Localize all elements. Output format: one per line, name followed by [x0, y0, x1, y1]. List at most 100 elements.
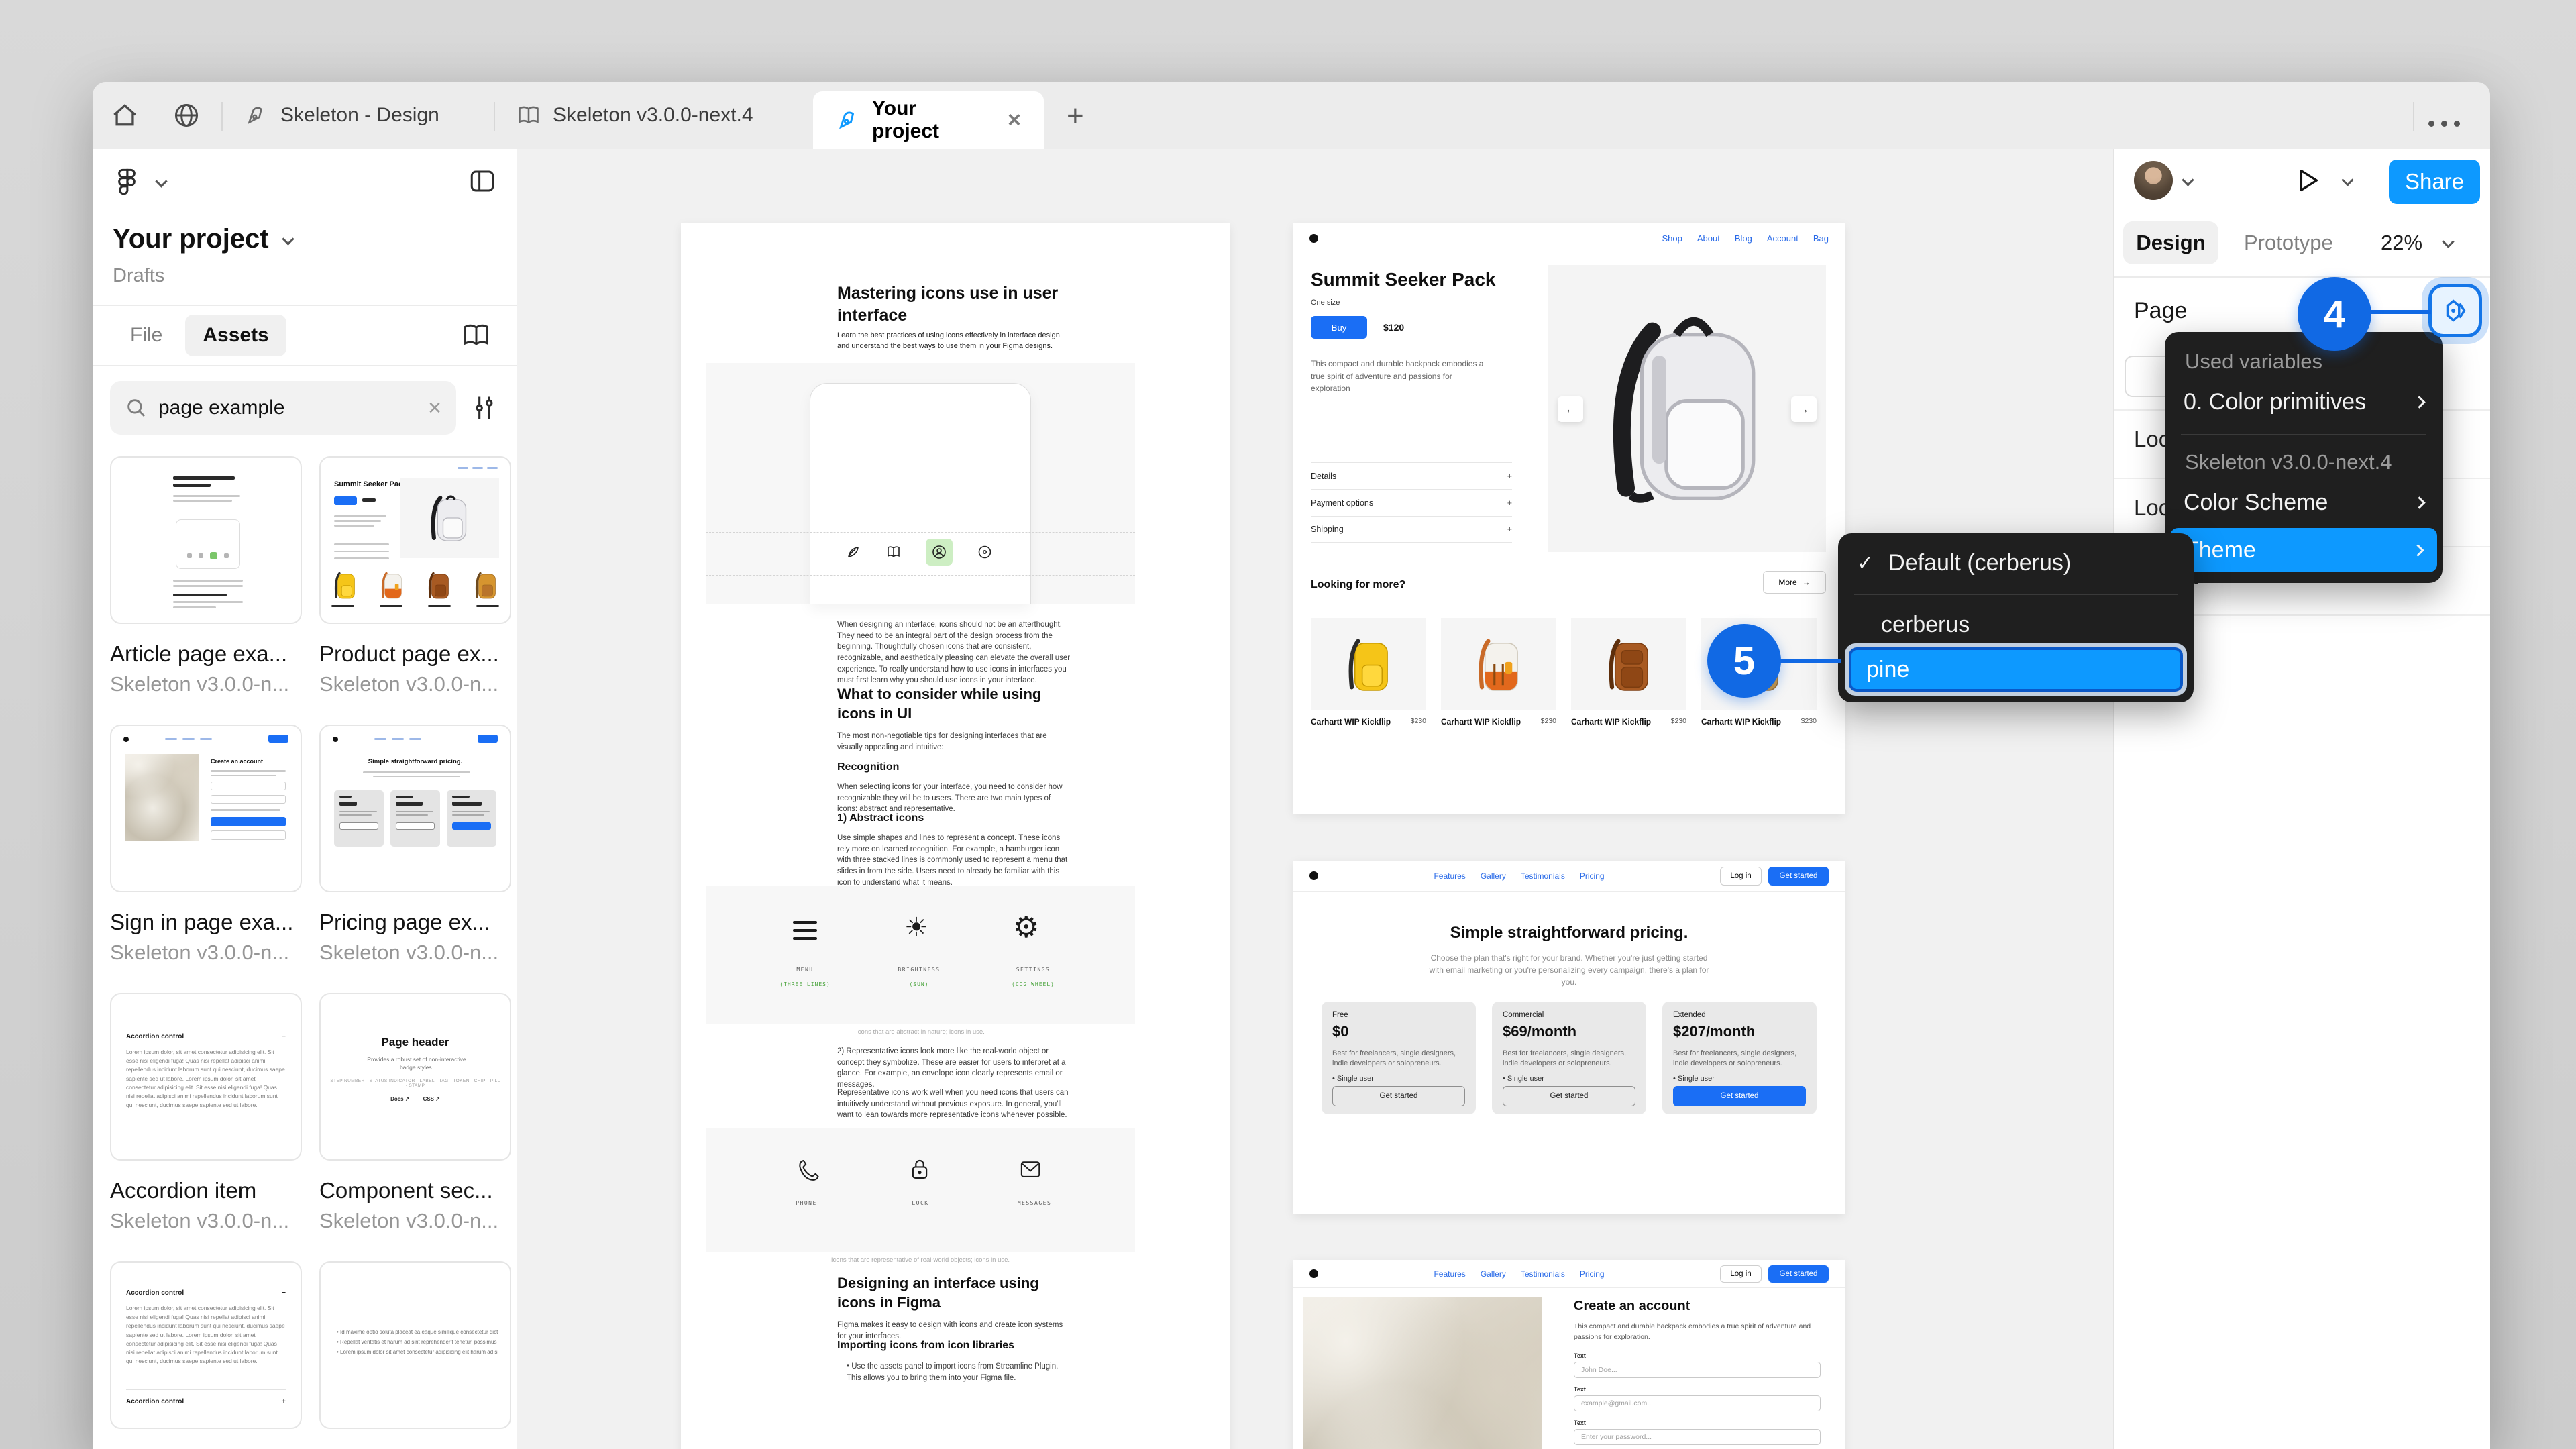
- asset-card-article-page[interactable]: Article page exa... Skeleton v3.0.0-n...: [110, 456, 302, 696]
- asset-card-pricing-page[interactable]: Simple straightforward pricing. Pricing …: [319, 724, 511, 965]
- accordion-row-shipping[interactable]: Shipping +: [1311, 516, 1512, 543]
- accordion-row-payment[interactable]: Payment options +: [1311, 489, 1512, 516]
- nav-link[interactable]: Pricing: [1580, 871, 1605, 881]
- home-icon[interactable]: [110, 101, 140, 130]
- menu-item-color-scheme[interactable]: Color Scheme: [2165, 481, 2443, 524]
- menu-item-color-primitives[interactable]: 0. Color primitives: [2165, 380, 2443, 423]
- zoom-level[interactable]: 22%: [2381, 231, 2422, 255]
- search-field[interactable]: [158, 396, 418, 419]
- tab-bar: Skeleton - Design Skeleton v3.0.0-next.4…: [93, 82, 2490, 149]
- name-field[interactable]: [1574, 1362, 1821, 1378]
- share-button[interactable]: Share: [2389, 160, 2480, 204]
- product-card[interactable]: Carhartt WIP Kickflip $230: [1441, 618, 1556, 727]
- login-button[interactable]: Log in: [1720, 866, 1762, 885]
- product-card[interactable]: Carhartt WIP Kickflip $230: [1311, 618, 1426, 727]
- avatar[interactable]: [2134, 161, 2173, 200]
- tab-file[interactable]: File: [113, 315, 180, 356]
- frame-product-page[interactable]: Shop About Blog Account Bag Summit Seeke…: [1293, 223, 1845, 814]
- frame-pricing-page[interactable]: Features Gallery Testimonials Pricing Lo…: [1293, 861, 1845, 1214]
- present-play-icon[interactable]: [2292, 165, 2323, 196]
- article-figure-abstract-icons: ☀ ⚙ MENU BRIGHTNESS SETTINGS (THREE LINE…: [706, 886, 1135, 1024]
- nav-link[interactable]: Testimonials: [1521, 1269, 1565, 1279]
- library-book-icon[interactable]: [462, 321, 491, 350]
- get-started-button[interactable]: Get started: [1768, 1265, 1829, 1283]
- asset-library: Skeleton v3.0.0-n...: [319, 672, 499, 696]
- frame-article-page[interactable]: Mastering icons use in user interface Le…: [681, 223, 1230, 1449]
- nav-link[interactable]: Shop: [1662, 233, 1682, 244]
- product-card[interactable]: Carhartt WIP Kickflip $230: [1571, 618, 1686, 727]
- tab-skeleton-library[interactable]: Skeleton v3.0.0-next.4: [494, 82, 813, 149]
- asset-card-signin-page[interactable]: Create an account Sign in page exa... Sk…: [110, 724, 302, 965]
- asset-card-accordion[interactable]: Accordion control − Lorem ipsum dolor, si…: [110, 1261, 302, 1449]
- close-tab-icon[interactable]: ×: [1008, 107, 1021, 133]
- chevron-down-icon[interactable]: [2341, 174, 2354, 186]
- project-title[interactable]: Your project: [113, 224, 269, 254]
- asset-card-accordion-item[interactable]: Accordion control − Lorem ipsum dolor, si…: [110, 993, 302, 1233]
- get-started-button[interactable]: Get started: [1673, 1086, 1806, 1106]
- nav-link[interactable]: Features: [1434, 1269, 1465, 1279]
- menu-item-theme[interactable]: Theme: [2170, 528, 2437, 572]
- article-paragraph: Figma makes it easy to design with icons…: [837, 1321, 1063, 1340]
- filter-icon[interactable]: [470, 393, 499, 423]
- nav-link[interactable]: Gallery: [1481, 1269, 1506, 1279]
- buy-button[interactable]: Buy: [1311, 316, 1367, 339]
- tab-assets[interactable]: Assets: [185, 315, 286, 356]
- asset-card-lists[interactable]: • Id maxime optio soluta placeat ea eaqu…: [319, 1261, 511, 1449]
- password-field[interactable]: [1574, 1429, 1821, 1445]
- email-field[interactable]: [1574, 1395, 1821, 1411]
- asset-thumbnail-product: Summit Seeker Pack: [319, 456, 511, 624]
- tab-design[interactable]: Design: [2123, 221, 2218, 264]
- asset-title: Accordion: [110, 1446, 302, 1449]
- frame-signup-page[interactable]: Features Gallery Testimonials Pricing Lo…: [1293, 1260, 1845, 1449]
- collapse-panel-icon[interactable]: [468, 167, 496, 195]
- figma-logo-icon[interactable]: [113, 167, 141, 195]
- plan-card-commercial[interactable]: Commercial $69/month Best for freelancer…: [1492, 1002, 1646, 1114]
- nav-link[interactable]: About: [1697, 233, 1720, 244]
- submenu-item-default[interactable]: ✓ Default (cerberus): [1838, 541, 2194, 584]
- login-button[interactable]: Log in: [1720, 1265, 1762, 1283]
- get-started-button[interactable]: Get started: [1768, 866, 1829, 885]
- lock-icon: [912, 1159, 928, 1179]
- tab-your-project[interactable]: Your project ×: [813, 91, 1044, 149]
- nav-link[interactable]: Blog: [1735, 233, 1752, 244]
- article-paragraph: Use simple shapes and lines to represent…: [837, 834, 1068, 887]
- carousel-next-button[interactable]: →: [1791, 396, 1817, 422]
- tab-skeleton-design[interactable]: Skeleton - Design: [221, 82, 494, 149]
- chevron-down-icon[interactable]: [281, 233, 294, 246]
- get-started-button[interactable]: Get started: [1503, 1086, 1635, 1106]
- asset-card-product-page[interactable]: Summit Seeker Pack Product page ex... Sk…: [319, 456, 511, 696]
- product-description: This compact and durable backpack embodi…: [1311, 359, 1484, 394]
- plan-card-extended[interactable]: Extended $207/month Best for freelancers…: [1662, 1002, 1817, 1114]
- asset-card-component-section[interactable]: Page header Provides a robust set of non…: [319, 993, 511, 1233]
- tab-prototype[interactable]: Prototype: [2244, 231, 2333, 255]
- product-card-name: Carhartt WIP Kickflip: [1441, 717, 1521, 727]
- step-badge-4: 4: [2298, 277, 2371, 351]
- more-button[interactable]: More →: [1763, 571, 1826, 594]
- asset-library: Skeleton v3.0.0-n...: [319, 1209, 499, 1232]
- chevron-down-icon[interactable]: [2442, 235, 2455, 248]
- submenu-item-pine[interactable]: pine: [1849, 647, 2183, 692]
- clear-search-icon[interactable]: ×: [428, 395, 441, 421]
- tab-label: Your project: [872, 97, 940, 142]
- nav-link[interactable]: Account: [1767, 233, 1799, 244]
- chevron-down-icon[interactable]: [155, 174, 168, 188]
- get-started-button[interactable]: Get started: [1332, 1086, 1465, 1106]
- chevron-down-icon[interactable]: [2182, 174, 2194, 186]
- pricing-title: Simple straightforward pricing.: [1450, 924, 1688, 942]
- nav-link[interactable]: Bag: [1813, 233, 1829, 244]
- search-input[interactable]: ×: [110, 381, 456, 435]
- carousel-prev-button[interactable]: ←: [1558, 396, 1583, 422]
- plan-card-free[interactable]: Free $0 Best for freelancers, single des…: [1322, 1002, 1476, 1114]
- community-globe-icon[interactable]: [172, 101, 201, 130]
- new-tab-button[interactable]: +: [1067, 99, 1084, 133]
- canvas[interactable]: Mastering icons use in user interface Le…: [517, 149, 2113, 1449]
- accordion-row-details[interactable]: Details +: [1311, 462, 1512, 489]
- submenu-item-cerberus[interactable]: cerberus: [1838, 603, 2194, 646]
- tabbar-separator: [2413, 102, 2414, 131]
- nav-link[interactable]: Features: [1434, 871, 1465, 881]
- apply-variable-button[interactable]: [2428, 284, 2482, 337]
- nav-link[interactable]: Pricing: [1580, 1269, 1605, 1279]
- nav-link[interactable]: Gallery: [1481, 871, 1506, 881]
- window-more-icon[interactable]: [2428, 121, 2460, 127]
- nav-link[interactable]: Testimonials: [1521, 871, 1565, 881]
